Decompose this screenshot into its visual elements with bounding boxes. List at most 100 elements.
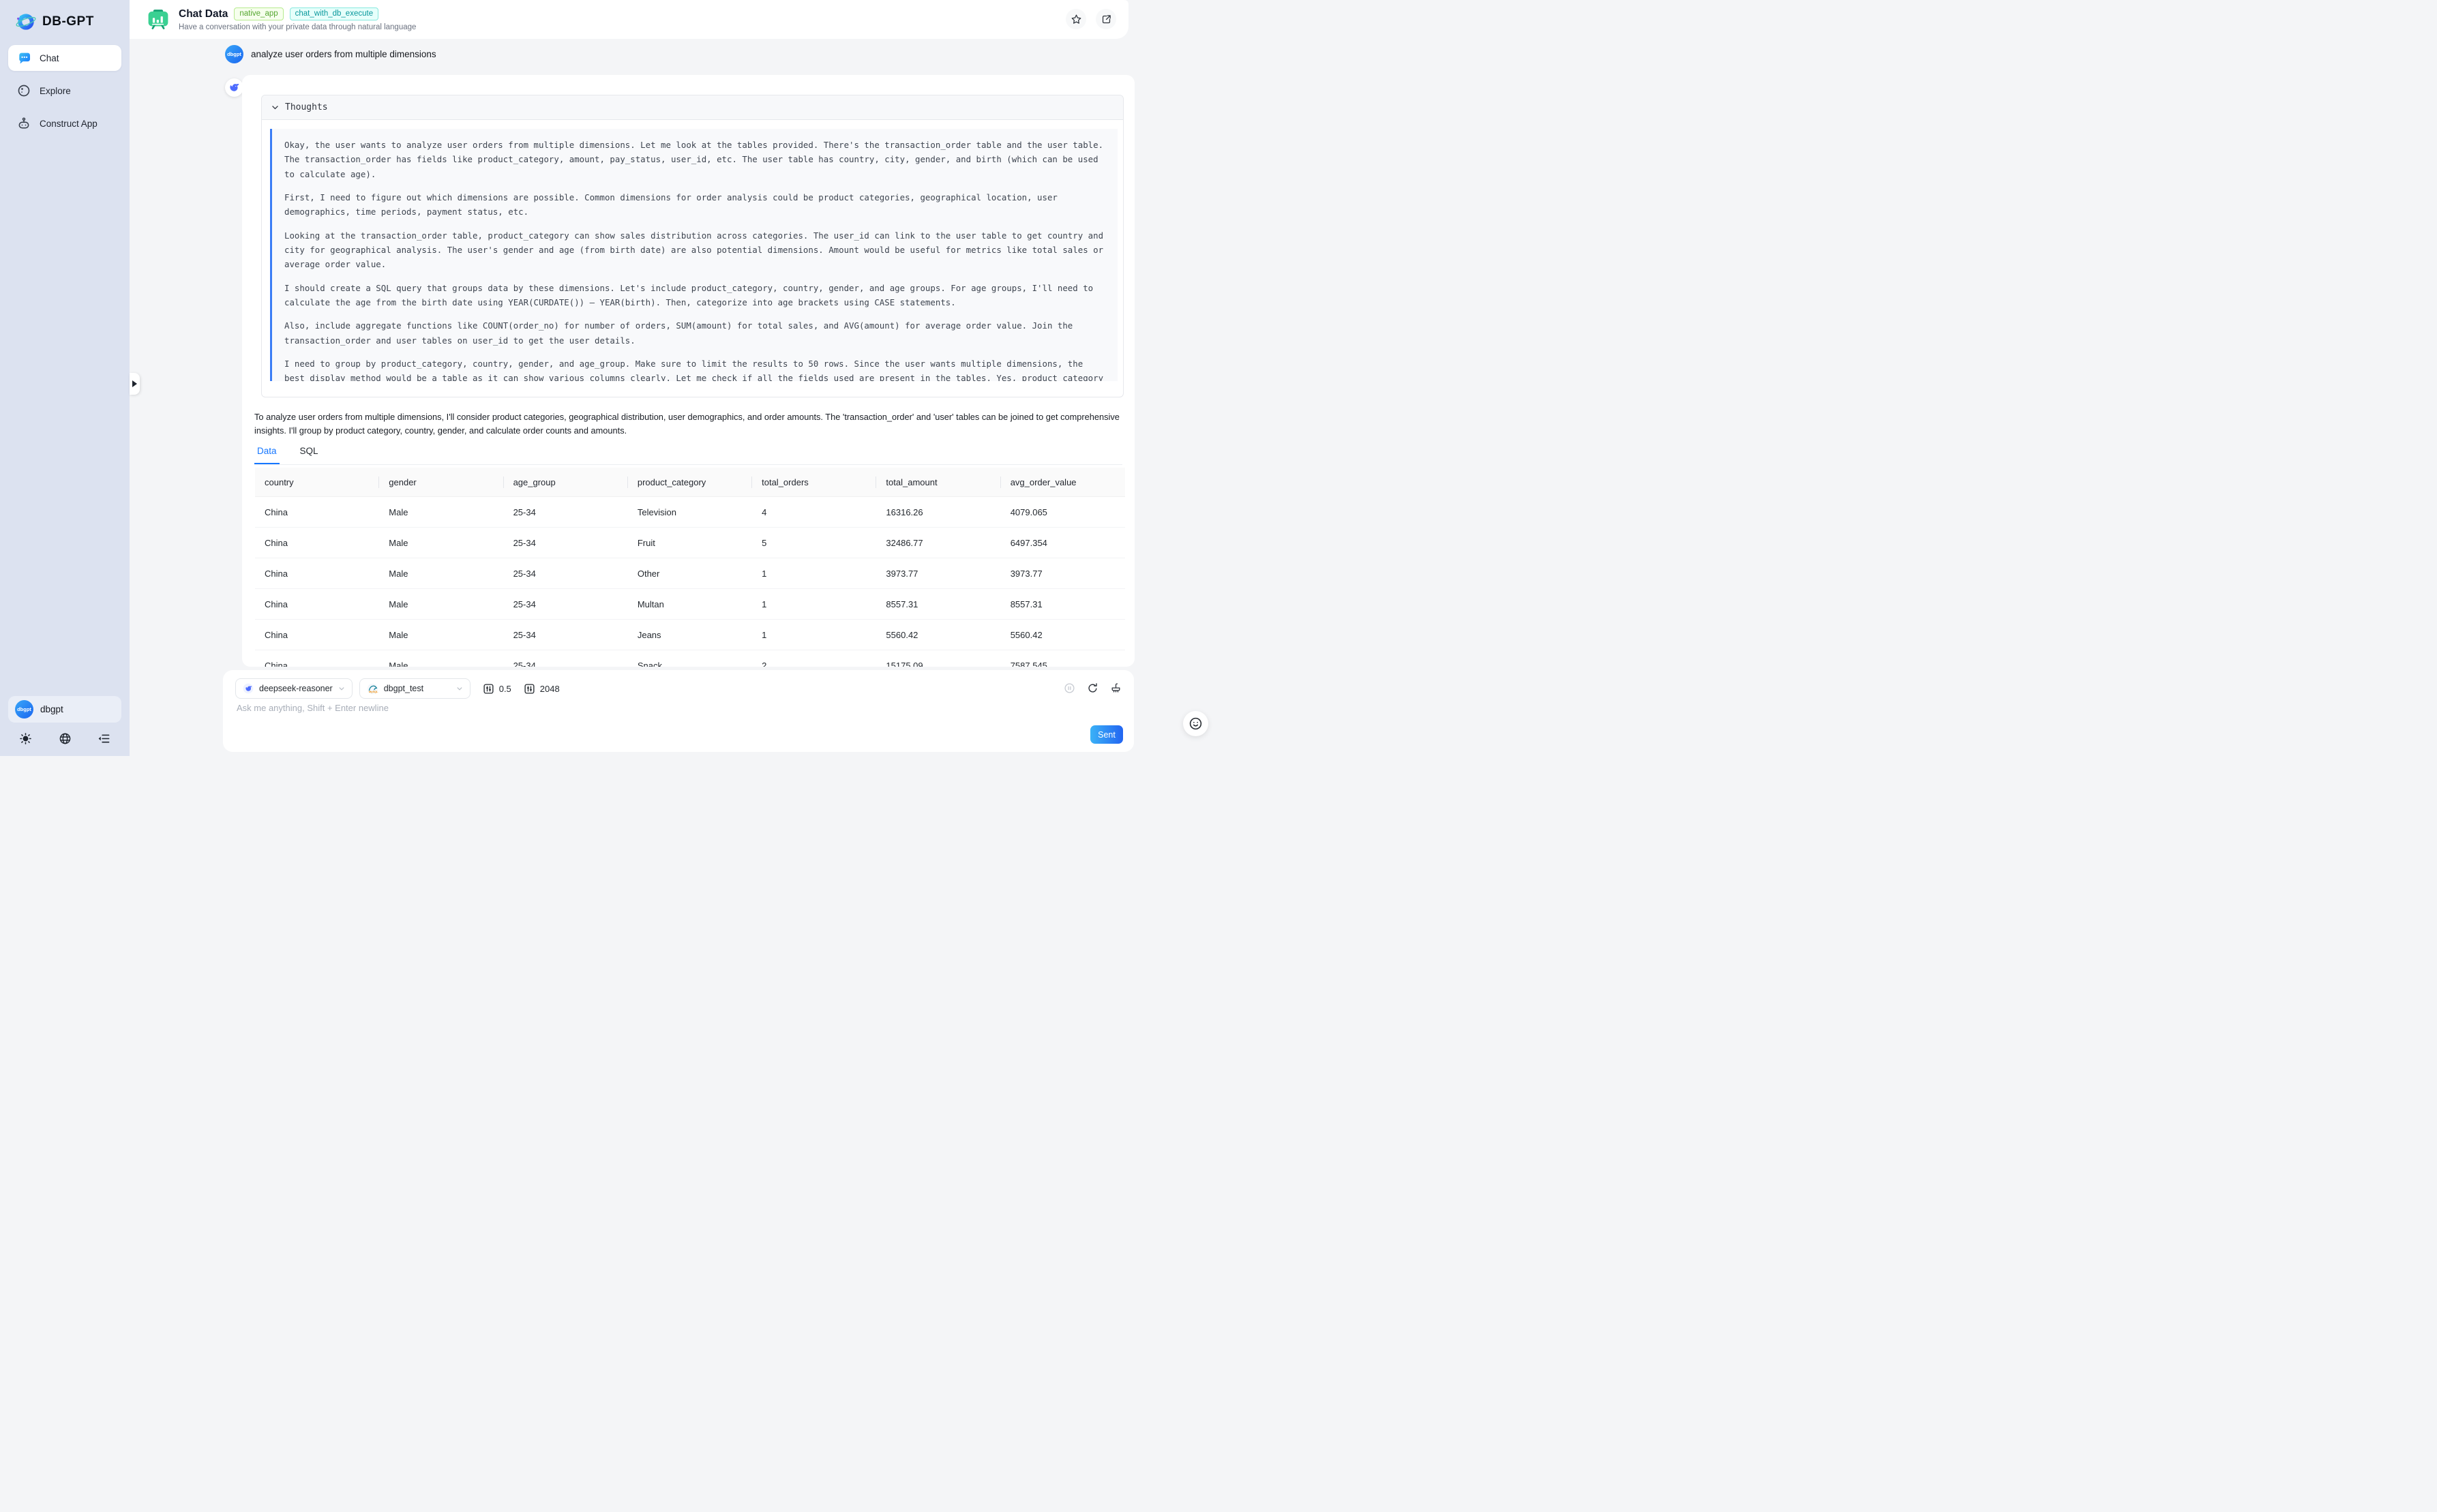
sidebar-item-chat[interactable]: Chat [8,45,121,71]
sliders-icon [483,683,494,695]
chat-input[interactable] [235,701,1029,738]
badge-chat-scene: chat_with_db_execute [290,7,378,21]
table-cell: Jeans [628,620,752,650]
sidebar-item-construct-app[interactable]: Construct App [8,110,121,136]
user-message-text: analyze user orders from multiple dimens… [251,49,436,59]
sidebar: DB-GPT Chat [0,0,130,756]
language-globe-icon[interactable] [59,732,72,745]
composer: deepseek-reasoner MySQL dbgpt_test [223,670,1134,752]
column-header: total_amount [876,468,1000,497]
sidebar-nav: Chat Explore [0,45,130,136]
clear-brush-icon[interactable] [1110,682,1122,694]
thoughts-panel: Thoughts Okay, the user wants to analyze… [261,95,1124,397]
collapse-sidebar-icon[interactable] [98,732,110,745]
tab-data[interactable]: Data [254,443,280,464]
deepseek-model-icon [243,683,254,694]
table-cell: 25-34 [504,558,628,589]
table-cell: Male [379,650,503,667]
column-header: avg_order_value [1001,468,1125,497]
chevron-down-icon [271,104,279,111]
chevron-down-icon [338,685,345,692]
chat-bubble-icon [16,50,31,65]
table-cell: China [255,589,379,620]
table-cell: Male [379,558,503,589]
title-block: Chat Data native_app chat_with_db_execut… [179,7,416,32]
table-header-row: country gender age_group product_categor… [255,468,1125,497]
db-gpt-planet-logo-icon [15,11,37,33]
share-export-button[interactable] [1096,9,1116,29]
table-cell: China [255,558,379,589]
app-logo[interactable]: DB-GPT [0,0,130,45]
table-cell: 6497.354 [1001,528,1125,558]
assistant-summary-text: To analyze user orders from multiple dim… [254,410,1122,438]
table-cell: Multan [628,589,752,620]
thought-paragraph: Looking at the transaction_order table, … [284,228,1105,272]
table-cell: 25-34 [504,528,628,558]
table-cell: 32486.77 [876,528,1000,558]
composer-toolbar: deepseek-reasoner MySQL dbgpt_test [235,678,560,699]
logo-text: DB-GPT [42,14,94,29]
sidebar-item-explore[interactable]: Explore [8,78,121,104]
app-root: DB-GPT Chat [0,0,1218,756]
table-row: China Male 25-34 Multan 1 8557.31 8557.3… [255,589,1125,620]
table-cell: 8557.31 [876,589,1000,620]
table-row: China Male 25-34 Other 1 3973.77 3973.77 [255,558,1125,589]
user-name: dbgpt [40,704,63,714]
table-cell: 5560.42 [876,620,1000,650]
table-cell: 5560.42 [1001,620,1125,650]
thought-quote: Okay, the user wants to analyze user ord… [270,129,1118,381]
temperature-control[interactable]: 0.5 [483,683,511,695]
model-select[interactable]: deepseek-reasoner [235,678,353,699]
column-header: country [255,468,379,497]
column-header: product_category [628,468,752,497]
thought-paragraph: I should create a SQL query that groups … [284,281,1105,310]
table-cell: Snack [628,650,752,667]
result-table: country gender age_group product_categor… [255,468,1125,667]
composer-actions [1064,682,1122,694]
thought-paragraph: I need to group by product_category, cou… [284,357,1105,381]
refresh-icon[interactable] [1087,682,1098,694]
chevron-down-icon [456,685,463,692]
table-row: China Male 25-34 Snack 2 15175.09 7587.5… [255,650,1125,667]
database-select-value: dbgpt_test [384,684,423,693]
table-cell: Male [379,497,503,528]
table-cell: 25-34 [504,497,628,528]
topbar-actions [1066,9,1116,29]
table-row: China Male 25-34 Fruit 5 32486.77 6497.3… [255,528,1125,558]
triangle-right-icon [132,380,137,387]
feedback-smiley-button[interactable] [1183,711,1208,736]
table-cell: 1 [752,589,876,620]
thought-paragraph: Also, include aggregate functions like C… [284,318,1105,348]
model-select-value: deepseek-reasoner [259,684,333,693]
table-cell: 25-34 [504,589,628,620]
table-cell: 3973.77 [876,558,1000,589]
table-row: China Male 25-34 Television 4 16316.26 4… [255,497,1125,528]
result-tabs: Data SQL [254,443,1122,465]
column-header: total_orders [752,468,876,497]
thought-paragraph: First, I need to figure out which dimens… [284,190,1105,220]
chat-data-app-icon [146,7,170,32]
robot-icon [16,116,31,131]
sidebar-expand-handle[interactable] [130,373,140,395]
table-cell: China [255,528,379,558]
column-header: gender [379,468,503,497]
table-row: China Male 25-34 Jeans 1 5560.42 5560.42 [255,620,1125,650]
mysql-database-icon: MySQL [367,683,378,695]
theme-sun-icon[interactable] [19,732,32,745]
table-cell: 16316.26 [876,497,1000,528]
thoughts-panel-header[interactable]: Thoughts [262,95,1123,120]
favorite-star-button[interactable] [1066,9,1086,29]
send-button[interactable]: Sent [1090,725,1123,744]
table-cell: 15175.09 [876,650,1000,667]
sliders-icon [524,683,535,695]
max-tokens-control[interactable]: 2048 [524,683,560,695]
pause-icon[interactable] [1064,682,1075,694]
table-cell: China [255,650,379,667]
user-profile[interactable]: dbgpt dbgpt [8,696,121,723]
table-cell: Male [379,528,503,558]
sidebar-footer [0,731,130,756]
tab-sql[interactable]: SQL [297,443,321,464]
table-cell: China [255,497,379,528]
sidebar-item-label: Construct App [40,119,98,129]
database-select[interactable]: MySQL dbgpt_test [359,678,470,699]
